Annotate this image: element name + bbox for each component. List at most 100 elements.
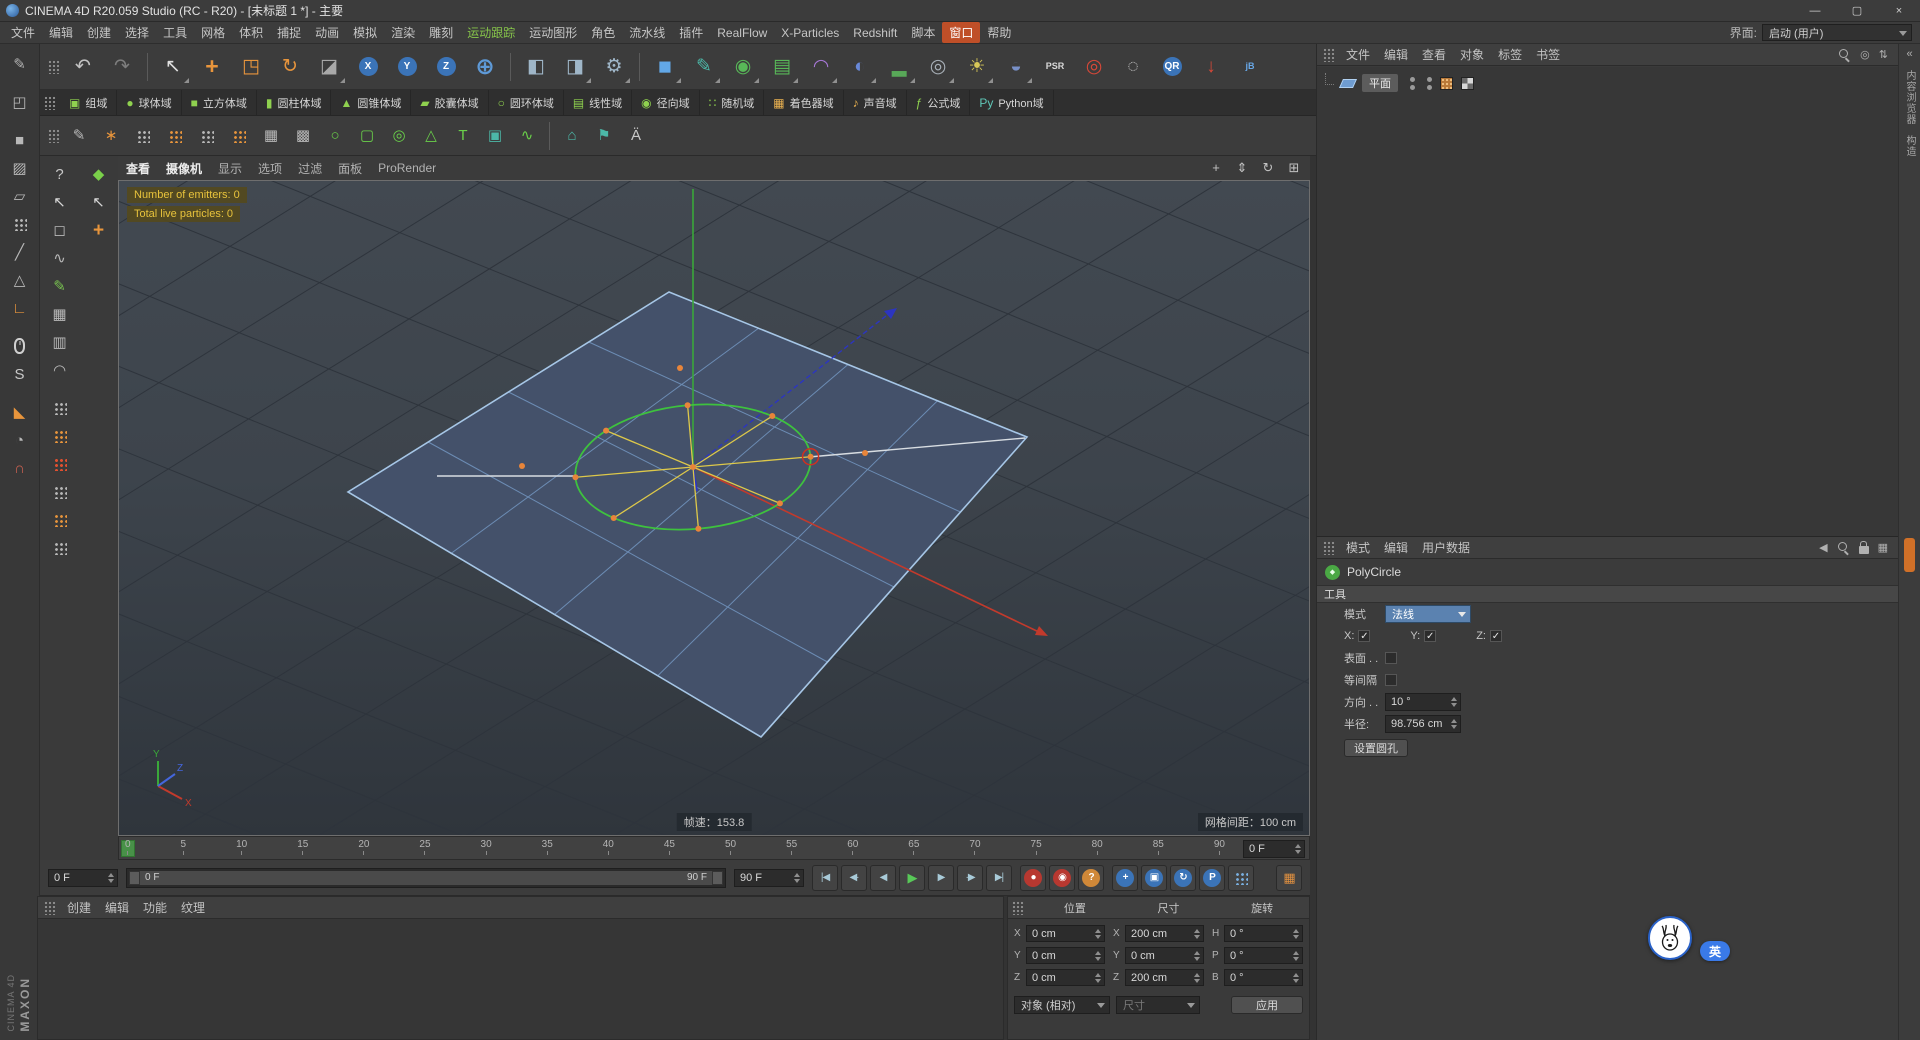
spinner-icon[interactable]: [1447, 697, 1460, 707]
magic-move-button[interactable]: ∗: [96, 121, 126, 151]
sort-icon[interactable]: ⇅: [1879, 48, 1888, 61]
points-tool-1-button[interactable]: [128, 121, 158, 151]
ime-deer-icon[interactable]: [1648, 916, 1692, 960]
rotation-h-input[interactable]: 0 °: [1224, 925, 1303, 942]
panel-grip-icon[interactable]: [1323, 47, 1335, 62]
om-menu-查看[interactable]: 查看: [1415, 46, 1453, 63]
frame-tick-10[interactable]: 10: [236, 839, 247, 855]
matrix-tool-3-button[interactable]: [46, 450, 74, 478]
array-tool-button[interactable]: ▩: [288, 121, 318, 151]
spinner-icon[interactable]: [790, 873, 803, 883]
lock-x-button[interactable]: X: [349, 48, 387, 86]
frame-tick-15[interactable]: 15: [297, 839, 308, 855]
apply-button[interactable]: 应用: [1231, 996, 1303, 1014]
autokey-button[interactable]: ◉: [1049, 864, 1075, 891]
frame-tick-85[interactable]: 85: [1153, 839, 1164, 855]
viewport-menu-显示[interactable]: 显示: [210, 160, 250, 177]
sound-field-button[interactable]: ♪ 声音域: [844, 89, 907, 116]
play-button[interactable]: ▶: [899, 864, 925, 891]
next-frame-button[interactable]: ▶: [928, 864, 954, 891]
matrix-tool-4-button[interactable]: [46, 478, 74, 506]
select-tool-button[interactable]: ↖: [85, 188, 113, 216]
frame-tick-20[interactable]: 20: [358, 839, 369, 855]
menu-插件[interactable]: 插件: [672, 22, 710, 43]
frame-tick-75[interactable]: 75: [1031, 839, 1042, 855]
recent-tool-button[interactable]: ◪: [310, 48, 348, 86]
frame-tick-45[interactable]: 45: [664, 839, 675, 855]
ime-language-badge[interactable]: 英: [1700, 941, 1730, 961]
random-field-button[interactable]: ∷ 随机域: [700, 89, 765, 116]
spinner-icon[interactable]: [1190, 973, 1203, 983]
size-x-input[interactable]: 200 cm: [1125, 925, 1204, 942]
record-keyframe-button[interactable]: ●: [1020, 864, 1046, 891]
spinner-icon[interactable]: [1289, 951, 1302, 961]
add-cube-button[interactable]: ■: [646, 48, 684, 86]
render-view-button[interactable]: ◧: [517, 48, 555, 86]
spinner-icon[interactable]: [1289, 929, 1302, 939]
position-x-input[interactable]: 0 cm: [1026, 925, 1105, 942]
menu-脚本[interactable]: 脚本: [904, 22, 942, 43]
object-tree[interactable]: 平面: [1317, 67, 1898, 536]
primitive-torus-button[interactable]: ◎: [384, 121, 414, 151]
matrix-tool-6-button[interactable]: [46, 534, 74, 562]
panel-grip-icon[interactable]: [44, 900, 56, 915]
spinner-icon[interactable]: [1447, 719, 1460, 729]
dolly-view-icon[interactable]: ⇕: [1234, 160, 1250, 176]
interface-dropdown[interactable]: 启动 (用户): [1762, 24, 1912, 41]
frame-tick-5[interactable]: 5: [181, 839, 187, 855]
frame-tick-30[interactable]: 30: [481, 839, 492, 855]
primitive-sphere-button[interactable]: ○: [320, 121, 350, 151]
menu-RealFlow[interactable]: RealFlow: [710, 24, 774, 42]
collapse-icon[interactable]: «: [1906, 48, 1912, 60]
spacing-checkbox[interactable]: ✓: [1385, 674, 1397, 686]
linear-field-button[interactable]: ▤ 线性域: [564, 89, 633, 116]
key-parameter-button[interactable]: P: [1199, 864, 1225, 891]
om-menu-书签[interactable]: 书签: [1529, 46, 1567, 63]
om-menu-编辑[interactable]: 编辑: [1377, 46, 1415, 63]
end-frame-input[interactable]: 90 F: [734, 868, 804, 887]
python-field-button[interactable]: Py Python域: [970, 89, 1054, 116]
toggle-view-icon[interactable]: ⊞: [1286, 160, 1302, 176]
tool-section-header[interactable]: 工具: [1317, 585, 1898, 603]
timeline-ruler[interactable]: 0 5 10 15 20 25 30 35 40 45 50 55 60 65 70 75 80 85 90 0 F: [118, 836, 1310, 860]
torus-field-button[interactable]: ○ 圆环体域: [489, 89, 564, 116]
range-handle-right[interactable]: [712, 870, 723, 885]
axis-mode-button[interactable]: ∟: [6, 294, 34, 322]
paint-setup-wizard-button[interactable]: ✎: [6, 50, 34, 78]
edge-mode-button[interactable]: ╱: [6, 238, 34, 266]
menu-选择[interactable]: 选择: [118, 22, 156, 43]
frame-tick-80[interactable]: 80: [1092, 839, 1103, 855]
minimize-button[interactable]: —: [1794, 0, 1836, 21]
paint-bucket-button[interactable]: ◣: [6, 398, 34, 426]
mode-dropdown[interactable]: 法线: [1385, 605, 1471, 623]
phong-tag-icon[interactable]: [1461, 76, 1474, 90]
lock-icon[interactable]: [1858, 541, 1869, 554]
cylinder-field-button[interactable]: ▮ 圆柱体域: [257, 89, 332, 116]
snap-toggle-button[interactable]: ∩: [6, 454, 34, 482]
next-key-button[interactable]: ·▶: [957, 864, 983, 891]
add-floor-button[interactable]: ▂: [880, 48, 918, 86]
model-mode-button[interactable]: ■: [6, 126, 34, 154]
position-z-input[interactable]: 0 cm: [1026, 969, 1105, 986]
points-tool-2-button[interactable]: [160, 121, 190, 151]
material-menu-功能[interactable]: 功能: [136, 899, 174, 916]
menu-动画[interactable]: 动画: [308, 22, 346, 43]
plane-edit-button[interactable]: ▥: [46, 328, 74, 356]
material-menu-创建[interactable]: 创建: [60, 899, 98, 916]
poly-pen-button[interactable]: ✎: [46, 272, 74, 300]
maximize-button[interactable]: ▢: [1836, 0, 1878, 21]
select-arrow-button[interactable]: ↖: [46, 188, 74, 216]
panel-grip-icon[interactable]: [1012, 900, 1024, 915]
add-camera-button[interactable]: ◎: [919, 48, 957, 86]
om-menu-文件[interactable]: 文件: [1339, 46, 1377, 63]
formula-field-button[interactable]: ƒ 公式域: [907, 89, 971, 116]
radius-input[interactable]: 98.756 cm: [1385, 715, 1461, 733]
undo-button[interactable]: ↶: [64, 48, 102, 86]
target-button[interactable]: ◎: [1075, 48, 1113, 86]
points-tool-4-button[interactable]: [224, 121, 254, 151]
x-axis-checkbox[interactable]: ✓: [1358, 630, 1371, 642]
spinner-icon[interactable]: [1291, 844, 1304, 854]
active-strip-marker[interactable]: [1904, 538, 1915, 572]
frame-tick-90[interactable]: 90: [1214, 839, 1225, 855]
add-subdivision-button[interactable]: ◉: [724, 48, 762, 86]
